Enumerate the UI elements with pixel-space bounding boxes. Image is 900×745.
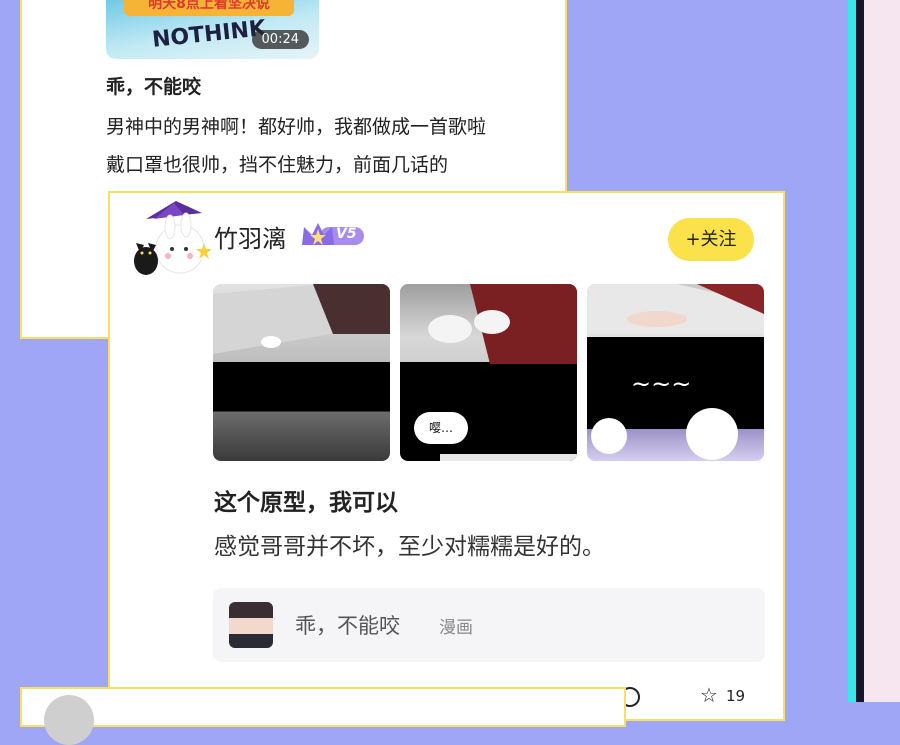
post-card-next[interactable] bbox=[20, 687, 626, 745]
avatar[interactable] bbox=[44, 695, 94, 745]
post-image[interactable]: 嘤… bbox=[400, 284, 577, 461]
avatar[interactable] bbox=[124, 199, 212, 279]
post-body: 感觉哥哥并不坏，至少对糯糯是好的。 bbox=[214, 534, 605, 560]
video-duration: 00:24 bbox=[251, 30, 309, 49]
decorative-stripe-dark bbox=[856, 0, 864, 702]
video-banner: 明天8点上看坚决说 bbox=[124, 0, 294, 16]
comic-tag: 漫画 bbox=[439, 618, 473, 638]
comic-link-card[interactable]: 乖，不能咬 漫画 bbox=[213, 588, 765, 662]
video-overlay-text: NOTHINK bbox=[151, 16, 268, 53]
decorative-stripe-pink bbox=[864, 0, 900, 702]
comic-title: 乖，不能咬 bbox=[295, 614, 400, 638]
follow-button[interactable]: +关注 bbox=[668, 218, 754, 261]
post-title: 这个原型，我可以 bbox=[214, 490, 398, 516]
post-text-line: 戴口罩也很帅，挡不住魅力，前面几话的 bbox=[106, 154, 449, 176]
like-icon[interactable]: ☆ bbox=[700, 683, 718, 707]
post-text-line: 男神中的男神啊！都好帅，我都做成一首歌啦 bbox=[106, 116, 487, 138]
post-title: 乖，不能咬 bbox=[106, 76, 202, 98]
post-card[interactable]: 竹羽漓 V5 +关注 嘤… ~~~ 这个原型，我可以 感觉哥哥并不坏，至少对糯糯… bbox=[108, 191, 785, 721]
vip-level: V5 bbox=[336, 226, 357, 242]
comic-cover bbox=[229, 602, 273, 648]
video-thumbnail[interactable]: 明天8点上看坚决说 NOTHINK 00:24 bbox=[106, 0, 319, 59]
svg-text:~~~: ~~~ bbox=[631, 370, 691, 398]
post-image[interactable] bbox=[213, 284, 390, 461]
post-image[interactable]: ~~~ bbox=[587, 284, 764, 461]
username[interactable]: 竹羽漓 bbox=[214, 219, 286, 254]
like-count: 19 bbox=[726, 687, 746, 705]
speech-bubble: 嘤… bbox=[414, 412, 468, 444]
vip-badge: V5 bbox=[300, 221, 366, 249]
